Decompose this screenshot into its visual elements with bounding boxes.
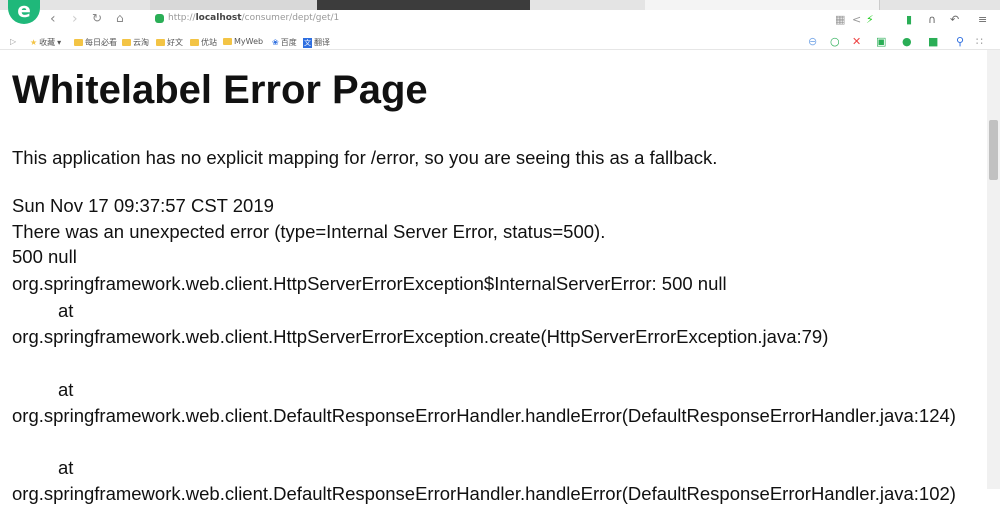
bookmarks-bar: ▷ ★ 收藏 ▾ 每日必看 云淘 好文 优站 MyWeb ❀ 百度 文翻译 ⊖ ○ … — [0, 33, 1000, 50]
bookmark-folder[interactable]: 云淘 — [122, 37, 149, 48]
stack-trace-at: at — [58, 457, 74, 478]
bookmark-label: 翻译 — [314, 38, 330, 47]
bookmark-label: 优站 — [201, 38, 217, 47]
scrollbar-thumb[interactable] — [989, 120, 998, 180]
timestamp: Sun Nov 17 09:37:57 CST 2019 — [12, 195, 274, 216]
extension-icon[interactable]: ● — [902, 35, 912, 48]
secure-shield-icon — [155, 14, 164, 23]
bookmark-folder[interactable]: 每日必看 — [74, 37, 117, 48]
stack-trace-line: org.springframework.web.client.DefaultRe… — [12, 405, 956, 426]
star-icon: ★ — [30, 38, 38, 47]
bookmark-label: 收藏 — [39, 38, 56, 47]
home-icon[interactable]: ⌂ — [116, 11, 124, 25]
back-icon[interactable]: ‹ — [50, 11, 56, 27]
grid-icon[interactable]: ▦ — [835, 13, 845, 26]
bookmark-label: 好文 — [167, 38, 183, 47]
forward-icon[interactable]: › — [72, 11, 78, 27]
bookmark-translate[interactable]: 文翻译 — [303, 37, 330, 48]
bookmark-folder[interactable]: 好文 — [156, 37, 183, 48]
fallback-message: This application has no explicit mapping… — [12, 147, 718, 168]
url-prefix: http:// — [168, 13, 196, 23]
bookmark-baidu[interactable]: ❀ 百度 — [272, 37, 297, 48]
apps-icon[interactable]: ∷ — [976, 35, 983, 48]
url-path: /consumer/dept/get/1 — [241, 13, 340, 23]
sidebar-toggle-icon[interactable]: ▷ — [10, 37, 16, 46]
stack-trace-line: org.springframework.web.client.HttpServe… — [12, 273, 727, 294]
bookmark-label: MyWeb — [234, 37, 264, 46]
minus-circle-icon[interactable]: ⊖ — [808, 35, 817, 48]
bookmark-folder[interactable]: 优站 — [190, 37, 217, 48]
undo-icon[interactable]: ↶ — [950, 13, 959, 26]
stack-trace-line: org.springframework.web.client.DefaultRe… — [12, 483, 956, 504]
bookmark-label: 百度 — [280, 38, 297, 47]
close-x-icon[interactable]: ✕ — [852, 35, 861, 48]
bookmark-label: 每日必看 — [85, 38, 117, 47]
headphones-icon[interactable]: ∩ — [928, 13, 936, 26]
address-bar[interactable]: http://localhost/consumer/dept/get/1 — [168, 13, 339, 23]
search-icon[interactable]: ⚲ — [956, 35, 964, 48]
page-title: Whitelabel Error Page — [12, 68, 428, 112]
folder-icon — [190, 39, 199, 46]
menu-icon[interactable]: ≡ — [978, 13, 987, 26]
error-message: 500 null — [12, 246, 77, 267]
vertical-scrollbar[interactable] — [987, 50, 1000, 489]
folder-icon — [74, 39, 83, 46]
stack-trace-at: at — [58, 300, 74, 321]
stack-trace-line: org.springframework.web.client.HttpServe… — [12, 326, 829, 347]
battery-icon[interactable]: ▮ — [906, 13, 912, 26]
paw-icon: ❀ — [272, 38, 279, 47]
stack-trace-at: at — [58, 379, 74, 400]
game-icon[interactable]: ■ — [928, 35, 938, 48]
reload-icon[interactable]: ↻ — [92, 11, 102, 25]
error-description: There was an unexpected error (type=Inte… — [12, 221, 606, 242]
bolt-icon[interactable]: ⚡ — [866, 13, 874, 26]
browser-tab-active[interactable] — [645, 0, 880, 10]
share-icon[interactable]: < — [852, 13, 861, 26]
url-host: localhost — [195, 13, 242, 23]
browser-tab[interactable] — [150, 0, 320, 10]
circle-icon[interactable]: ○ — [830, 35, 840, 48]
folder-icon — [156, 39, 165, 46]
folder-icon — [122, 39, 131, 46]
bookmark-folder[interactable]: MyWeb — [223, 37, 263, 46]
bookmark-favorites[interactable]: ★ 收藏 ▾ — [30, 37, 61, 48]
screenshot-icon[interactable]: ▣ — [876, 35, 886, 48]
translate-icon: 文 — [303, 37, 312, 48]
folder-icon — [223, 38, 232, 45]
navigation-bar — [0, 10, 1000, 32]
bookmark-label: 云淘 — [133, 38, 149, 47]
